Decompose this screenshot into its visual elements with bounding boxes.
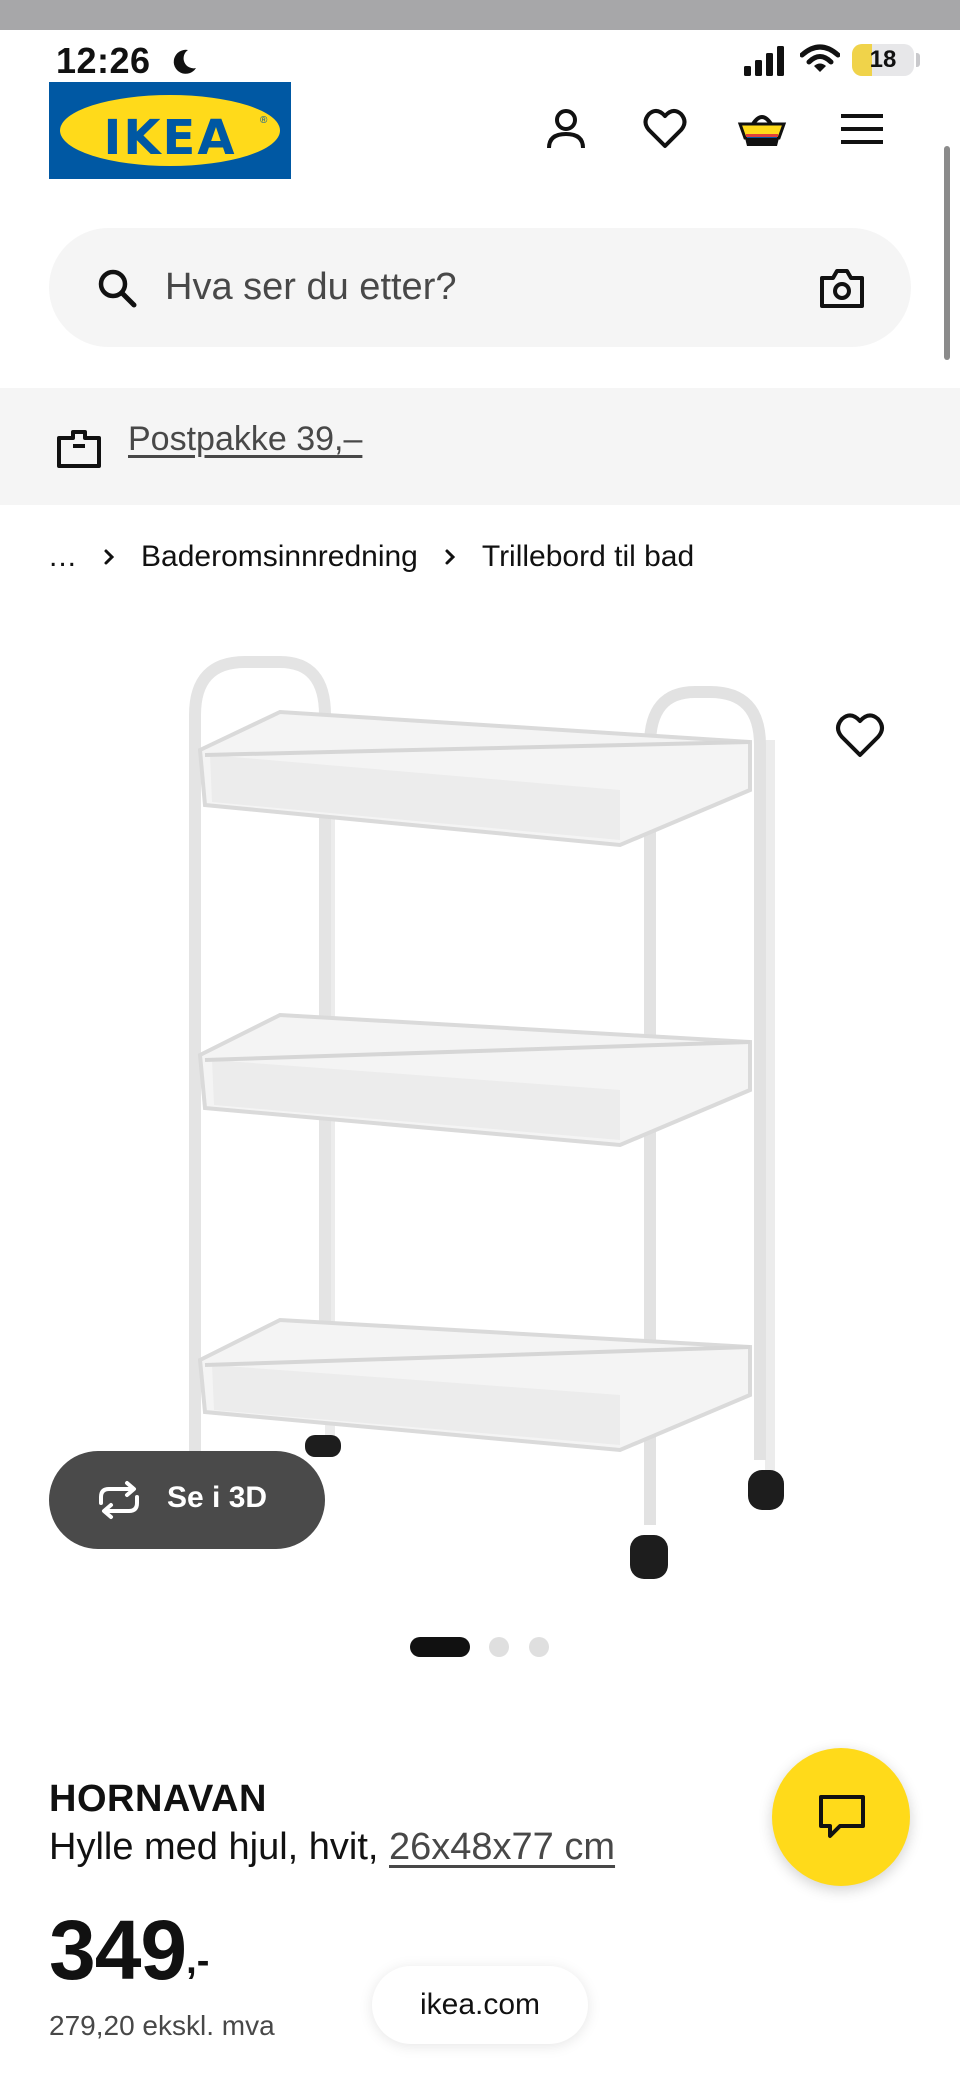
status-time: 12:26 xyxy=(56,40,151,81)
breadcrumb-more[interactable]: ... xyxy=(49,540,77,574)
delivery-banner: Postpakke 39,– xyxy=(0,388,960,505)
logo-oval: IKEA ® xyxy=(60,95,280,166)
search-icon xyxy=(98,269,137,308)
logo-text: IKEA xyxy=(103,110,237,166)
breadcrumb: ... Baderomsinnredning Trillebord til ba… xyxy=(49,537,694,577)
top-strip xyxy=(0,0,960,30)
battery-level: 18 xyxy=(869,46,897,73)
camera-icon[interactable] xyxy=(819,266,865,310)
price-decimal: ,- xyxy=(186,1940,210,1982)
carousel-dot-2[interactable] xyxy=(489,1637,509,1657)
rotate-3d-icon xyxy=(99,1481,139,1519)
logo-registered-mark: ® xyxy=(260,115,268,126)
product-size-link[interactable]: 26x48x77 cm xyxy=(389,1826,615,1868)
view-3d-label: Se i 3D xyxy=(167,1481,268,1514)
heart-icon[interactable] xyxy=(640,104,690,154)
wifi-icon xyxy=(800,44,840,72)
product-price: 349 ,- xyxy=(49,1908,209,1992)
account-glyph xyxy=(547,109,585,149)
view-3d-button[interactable]: Se i 3D xyxy=(49,1451,325,1549)
browser-url-pill[interactable]: ikea.com xyxy=(372,1966,588,2044)
product-name: HORNAVAN xyxy=(49,1778,267,1820)
cart-glyph xyxy=(737,115,787,146)
battery-cap xyxy=(916,53,920,67)
menu-glyph xyxy=(841,114,883,144)
chat-icon xyxy=(819,1795,865,1838)
chat-button[interactable] xyxy=(772,1748,910,1886)
save-to-favourites-icon[interactable] xyxy=(832,708,888,764)
cart-icon[interactable] xyxy=(737,104,787,154)
shelf-bottom xyxy=(197,1317,752,1453)
search-input[interactable] xyxy=(165,228,765,347)
ikea-logo[interactable]: IKEA ® xyxy=(49,82,291,179)
account-icon[interactable] xyxy=(541,104,591,154)
price-excluding-vat: 279,20 ekskl. mva xyxy=(49,2010,275,2041)
menu-icon[interactable] xyxy=(837,104,887,154)
heart-glyph xyxy=(643,109,687,148)
carousel-dot-3[interactable] xyxy=(529,1637,549,1657)
chevron-right-icon xyxy=(104,549,115,565)
product-description: Hylle med hjul, hvit, 26x48x77 cm xyxy=(49,1826,615,1869)
shelf-middle xyxy=(197,1012,752,1148)
battery-icon: 18 xyxy=(852,44,914,76)
breadcrumb-item-baderomsinnredning[interactable]: Baderomsinnredning xyxy=(141,540,418,574)
carousel-dot-1[interactable] xyxy=(410,1637,470,1657)
product-description-text: Hylle med hjul, hvit, xyxy=(49,1826,390,1868)
moon-icon xyxy=(173,49,196,74)
chevron-right-icon xyxy=(445,549,455,565)
delivery-link[interactable]: Postpakke 39,– xyxy=(128,420,362,459)
breadcrumb-item-trillebord[interactable]: Trillebord til bad xyxy=(482,540,694,574)
parcel-box-icon xyxy=(57,430,101,468)
search-bar[interactable] xyxy=(49,228,911,347)
signal-icon xyxy=(744,46,784,76)
scrollbar[interactable] xyxy=(944,146,950,360)
price-integer: 349 xyxy=(49,1903,187,1997)
shelf-top xyxy=(197,709,752,848)
carousel-indicator xyxy=(0,1637,960,1659)
